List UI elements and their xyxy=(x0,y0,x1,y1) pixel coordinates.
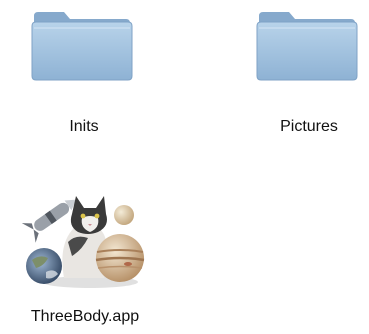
threebody-app-icon xyxy=(21,196,145,288)
folder-item-pictures[interactable]: Pictures xyxy=(245,0,369,150)
folder-label: Pictures xyxy=(280,118,338,135)
folder-icon xyxy=(31,12,133,81)
folder-item-inits[interactable]: Inits xyxy=(20,0,148,150)
app-item-threebody[interactable]: ThreeBody.app xyxy=(0,178,170,334)
app-label: ThreeBody.app xyxy=(30,308,140,325)
folder-label: Inits xyxy=(69,118,99,135)
folder-icon xyxy=(256,12,358,81)
